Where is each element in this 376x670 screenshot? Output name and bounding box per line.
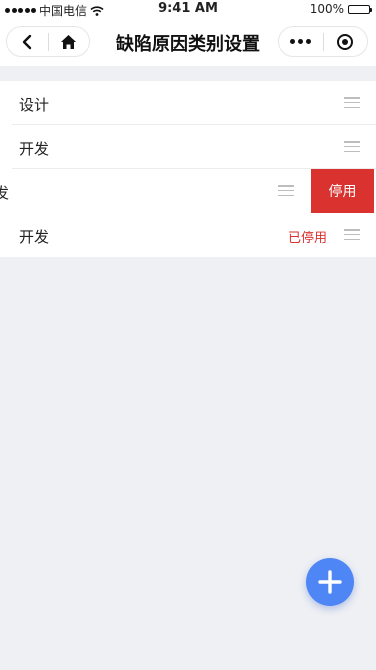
list-item[interactable]: 开发 xyxy=(0,125,376,169)
disabled-status-text: 已停用 xyxy=(287,231,327,246)
nav-capsule-right xyxy=(278,26,368,57)
battery-group: 100% xyxy=(309,2,372,16)
status-bar: 中国电信 9:41 AM 100% xyxy=(0,0,376,18)
list-item[interactable]: 设计 xyxy=(0,81,376,125)
battery-icon xyxy=(348,4,372,14)
drag-handle-icon[interactable] xyxy=(344,97,360,109)
more-dots-icon xyxy=(290,39,312,44)
drag-handle-icon[interactable] xyxy=(278,185,294,197)
item-label: 开发 xyxy=(19,228,50,246)
plus-icon xyxy=(318,570,342,594)
add-button[interactable] xyxy=(306,558,354,606)
item-label: 发 xyxy=(0,184,10,202)
battery-percent: 100% xyxy=(309,2,344,16)
target-circle-icon xyxy=(337,33,354,50)
disable-button[interactable]: 停用 xyxy=(311,169,374,213)
list-item[interactable]: 开发 已停用 xyxy=(0,213,376,257)
item-label: 开发 xyxy=(19,140,50,158)
more-button[interactable] xyxy=(279,27,323,56)
item-label: 设计 xyxy=(19,96,50,114)
close-miniprogram-button[interactable] xyxy=(324,27,368,56)
navigation-bar: 缺陷原因类别设置 xyxy=(0,18,376,66)
list-item-swiped[interactable]: 发 停用 xyxy=(0,169,376,213)
reason-category-list: 设计 开发 发 停用 开发 已停用 xyxy=(0,81,376,257)
drag-handle-icon[interactable] xyxy=(344,229,360,241)
drag-handle-icon[interactable] xyxy=(344,141,360,153)
